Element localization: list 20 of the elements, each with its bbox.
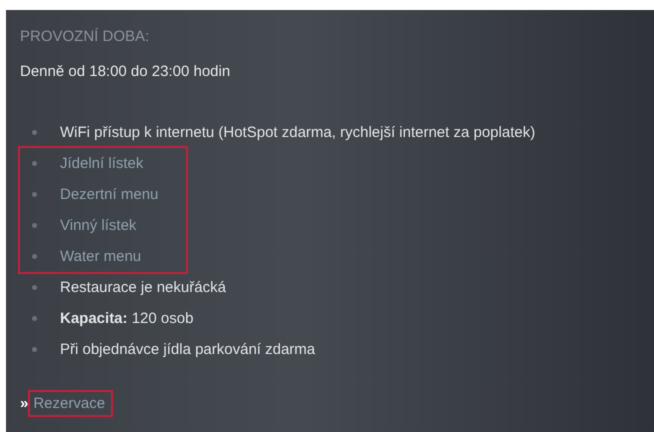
menu-link[interactable]: Water menu [60, 248, 170, 265]
bullet-icon [32, 347, 37, 352]
feature-text: Kapacita: 120 osob [60, 310, 194, 327]
feature-text: Při objednávce jídla parkování zdarma [60, 341, 316, 358]
feature-text: WiFi přístup k internetu (HotSpot zdarma, rychlejší internet za poplatek) [60, 124, 536, 141]
feature-text: Restaurace je nekuřácká [60, 279, 226, 296]
bullet-icon [32, 285, 37, 290]
menu-link[interactable]: Vinný lístek [60, 217, 164, 234]
section-heading: PROVOZNÍ DOBA: [20, 27, 150, 47]
menu-link[interactable]: Dezertní menu [60, 186, 186, 203]
bullet-icon [32, 316, 37, 321]
chevron-marker: » [20, 395, 28, 412]
opening-hours: Denně od 18:00 do 23:00 hodin [20, 62, 232, 82]
bullet-icon [32, 161, 37, 166]
bullet-icon [32, 192, 37, 197]
bullet-icon [32, 223, 37, 228]
menu-link[interactable]: Jídelní lístek [60, 155, 172, 172]
bullet-icon [32, 254, 37, 259]
reservation-link[interactable]: Rezervace [30, 392, 112, 415]
bullet-icon [32, 130, 37, 135]
